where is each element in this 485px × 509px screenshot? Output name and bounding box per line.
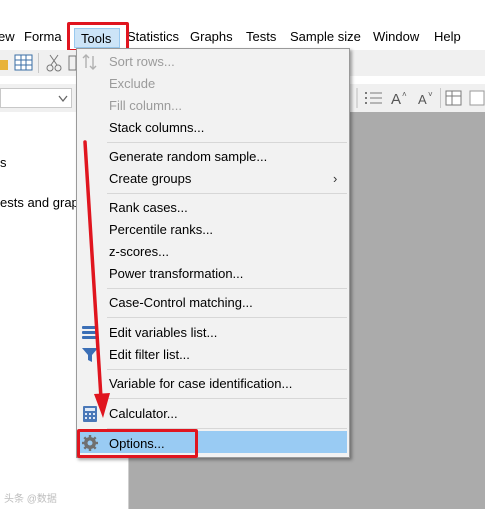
watermark: 头条 @数据 [4,490,57,505]
watermark-text: 头条 @数据 [4,494,57,505]
annotation-arrow-icon [83,140,110,418]
